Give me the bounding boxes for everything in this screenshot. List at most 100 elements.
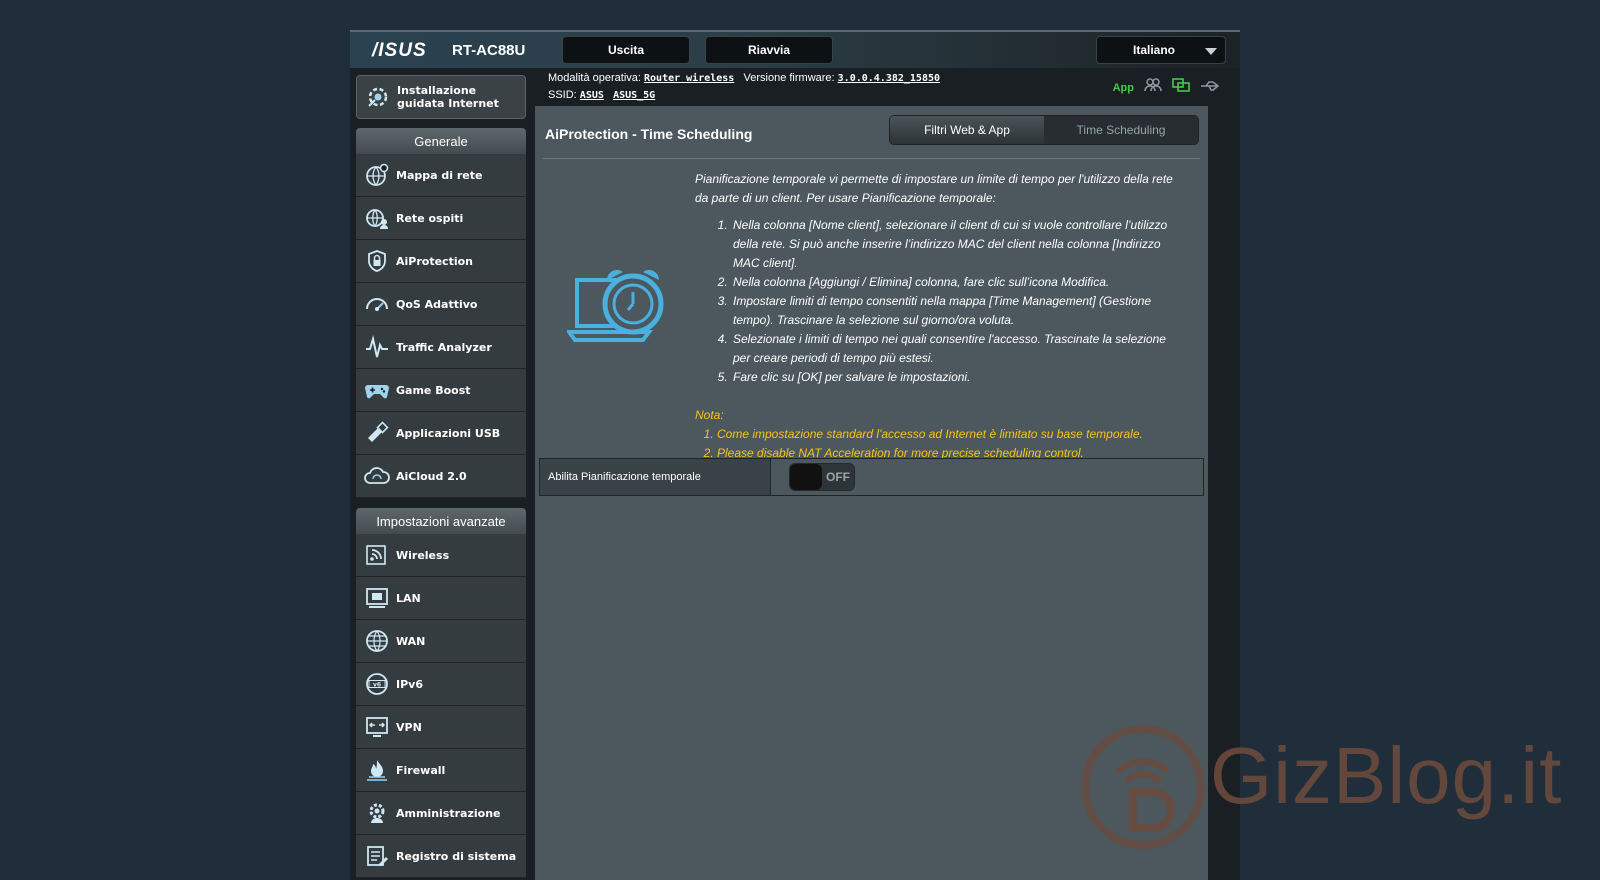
firmware-link[interactable]: 3.0.0.4.382_15850 bbox=[838, 73, 940, 84]
sidebar-item-label: Game Boost bbox=[396, 383, 471, 397]
sidebar-item-label: AiCloud 2.0 bbox=[396, 469, 467, 483]
wizard-gear-icon bbox=[365, 84, 391, 110]
network-map-icon bbox=[364, 162, 390, 188]
sidebar-item-wan[interactable]: WAN bbox=[356, 620, 526, 663]
sidebar-item-label: IPv6 bbox=[396, 677, 423, 691]
note-box: Nota: Come impostazione standard l'acces… bbox=[695, 406, 1195, 463]
tab-time-scheduling[interactable]: Time Scheduling bbox=[1044, 116, 1198, 144]
note-item: Come impostazione standard l'accesso ad … bbox=[717, 425, 1195, 444]
advanced-menu-title: Impostazioni avanzate bbox=[356, 508, 526, 534]
top-bar: /ISUS RT-AC88U Uscita Riavvia Italiano bbox=[350, 30, 1240, 68]
sidebar-item-label: Firewall bbox=[396, 763, 446, 777]
sidebar-item-label: Amministrazione bbox=[396, 806, 501, 820]
quick-setup-label: Installazione guidata Internet bbox=[397, 84, 499, 110]
sidebar-item-guest-network[interactable]: Rete ospiti bbox=[356, 197, 526, 240]
step-item: Impostare limiti di tempo consentiti nel… bbox=[731, 292, 1185, 330]
clients-icon[interactable] bbox=[1144, 78, 1162, 97]
page-title: AiProtection - Time Scheduling bbox=[545, 126, 753, 142]
sidebar-item-aicloud[interactable]: AiCloud 2.0 bbox=[356, 455, 526, 498]
language-select[interactable]: Italiano bbox=[1096, 36, 1226, 64]
mode-label: Modalità operativa: bbox=[548, 72, 641, 84]
sidebar-item-label: VPN bbox=[396, 720, 422, 734]
sidebar-item-label: Wireless bbox=[396, 548, 450, 562]
quick-internet-setup[interactable]: Installazione guidata Internet bbox=[356, 75, 526, 119]
toggle-state: OFF bbox=[826, 470, 850, 484]
tab-bar: Filtri Web & App Time Scheduling bbox=[889, 115, 1199, 145]
ssid-link-2[interactable]: ASUS_5G bbox=[613, 90, 655, 101]
sidebar-item-label: LAN bbox=[396, 591, 421, 605]
sidebar-item-label: Traffic Analyzer bbox=[396, 340, 492, 354]
globe-icon bbox=[364, 628, 390, 654]
ssid-link-1[interactable]: ASUS bbox=[580, 90, 604, 101]
usb-icon[interactable] bbox=[1200, 79, 1220, 97]
model-name: RT-AC88U bbox=[452, 42, 526, 59]
sidebar-item-label: Rete ospiti bbox=[396, 211, 464, 225]
gamepad-icon bbox=[364, 377, 390, 403]
wireless-icon bbox=[364, 542, 390, 568]
step-item: Nella colonna [Nome client], selezionare… bbox=[731, 216, 1185, 273]
app-link[interactable]: App bbox=[1113, 82, 1134, 94]
sidebar-item-traffic-analyzer[interactable]: Traffic Analyzer bbox=[356, 326, 526, 369]
intro-text: Pianificazione temporale vi permette di … bbox=[695, 172, 1173, 205]
sidebar-item-system-log[interactable]: Registro di sistema bbox=[356, 835, 526, 878]
note-title: Nota: bbox=[695, 408, 724, 422]
divider bbox=[543, 158, 1200, 159]
status-line: Modalità operativa: Router wireless Vers… bbox=[548, 70, 940, 104]
sidebar-item-label: Mappa di rete bbox=[396, 168, 483, 182]
ipv6-icon: v6 bbox=[364, 671, 390, 697]
sidebar-item-firewall[interactable]: Firewall bbox=[356, 749, 526, 792]
general-menu: Generale Mappa di rete Rete ospiti AiPro… bbox=[356, 128, 526, 498]
step-item: Nella colonna [Aggiungi / Elimina] colon… bbox=[731, 273, 1185, 292]
scheduling-toggle[interactable]: OFF bbox=[789, 463, 855, 491]
step-item: Fare clic su [OK] per salvare le imposta… bbox=[731, 368, 1185, 387]
logout-button[interactable]: Uscita bbox=[562, 36, 690, 64]
sidebar-item-vpn[interactable]: VPN bbox=[356, 706, 526, 749]
sidebar-item-ipv6[interactable]: v6 IPv6 bbox=[356, 663, 526, 706]
sidebar-item-administration[interactable]: Amministrazione bbox=[356, 792, 526, 835]
ssid-label: SSID: bbox=[548, 89, 577, 101]
usb-app-icon bbox=[364, 420, 390, 446]
step-item: Selezionate i limiti di tempo nei quali … bbox=[731, 330, 1185, 368]
traffic-wave-icon bbox=[364, 334, 390, 360]
general-menu-title: Generale bbox=[356, 128, 526, 154]
svg-text:v6: v6 bbox=[373, 682, 381, 689]
speedometer-icon bbox=[364, 291, 390, 317]
mode-link[interactable]: Router wireless bbox=[644, 73, 734, 84]
advanced-menu: Impostazioni avanzate Wireless LAN WAN v… bbox=[356, 508, 526, 878]
firewall-icon bbox=[364, 757, 390, 783]
firmware-label: Versione firmware: bbox=[743, 72, 835, 84]
alarm-clock-laptop-icon bbox=[565, 266, 677, 361]
enable-scheduling-label: Abilita Pianificazione temporale bbox=[540, 459, 771, 495]
sidebar-item-label: QoS Adattivo bbox=[396, 297, 478, 311]
chevron-down-icon bbox=[1205, 48, 1217, 55]
guest-network-icon bbox=[364, 205, 390, 231]
reboot-button[interactable]: Riavvia bbox=[705, 36, 833, 64]
sidebar-item-wireless[interactable]: Wireless bbox=[356, 534, 526, 577]
sidebar-item-label: AiProtection bbox=[396, 254, 473, 268]
enable-scheduling-row: Abilita Pianificazione temporale OFF bbox=[539, 458, 1204, 496]
gear-admin-icon bbox=[364, 800, 390, 826]
tab-web-app-filters[interactable]: Filtri Web & App bbox=[890, 116, 1044, 144]
toggle-knob bbox=[790, 464, 822, 490]
shield-lock-icon bbox=[364, 248, 390, 274]
sidebar-item-qos[interactable]: QoS Adattivo bbox=[356, 283, 526, 326]
sidebar-item-label: WAN bbox=[396, 634, 426, 648]
sidebar-item-network-map[interactable]: Mappa di rete bbox=[356, 154, 526, 197]
lan-icon bbox=[364, 585, 390, 611]
asus-logo: /ISUS bbox=[372, 40, 427, 61]
vpn-icon bbox=[364, 714, 390, 740]
gizblog-logo bbox=[1078, 722, 1208, 857]
watermark-text: GizBlog.it bbox=[1210, 731, 1563, 820]
sidebar-item-game-boost[interactable]: Game Boost bbox=[356, 369, 526, 412]
language-value: Italiano bbox=[1132, 43, 1175, 57]
sidebar-item-label: Registro di sistema bbox=[396, 849, 517, 863]
instructions: Pianificazione temporale vi permette di … bbox=[695, 170, 1185, 387]
lan-status-icon[interactable] bbox=[1172, 78, 1190, 97]
cloud-icon bbox=[364, 463, 390, 489]
log-icon bbox=[364, 843, 390, 869]
sidebar-item-aiprotection[interactable]: AiProtection bbox=[356, 240, 526, 283]
sidebar-item-lan[interactable]: LAN bbox=[356, 577, 526, 620]
status-icons: App bbox=[1113, 78, 1220, 97]
steps-list: Nella colonna [Nome client], selezionare… bbox=[695, 216, 1185, 387]
sidebar-item-usb-apps[interactable]: Applicazioni USB bbox=[356, 412, 526, 455]
